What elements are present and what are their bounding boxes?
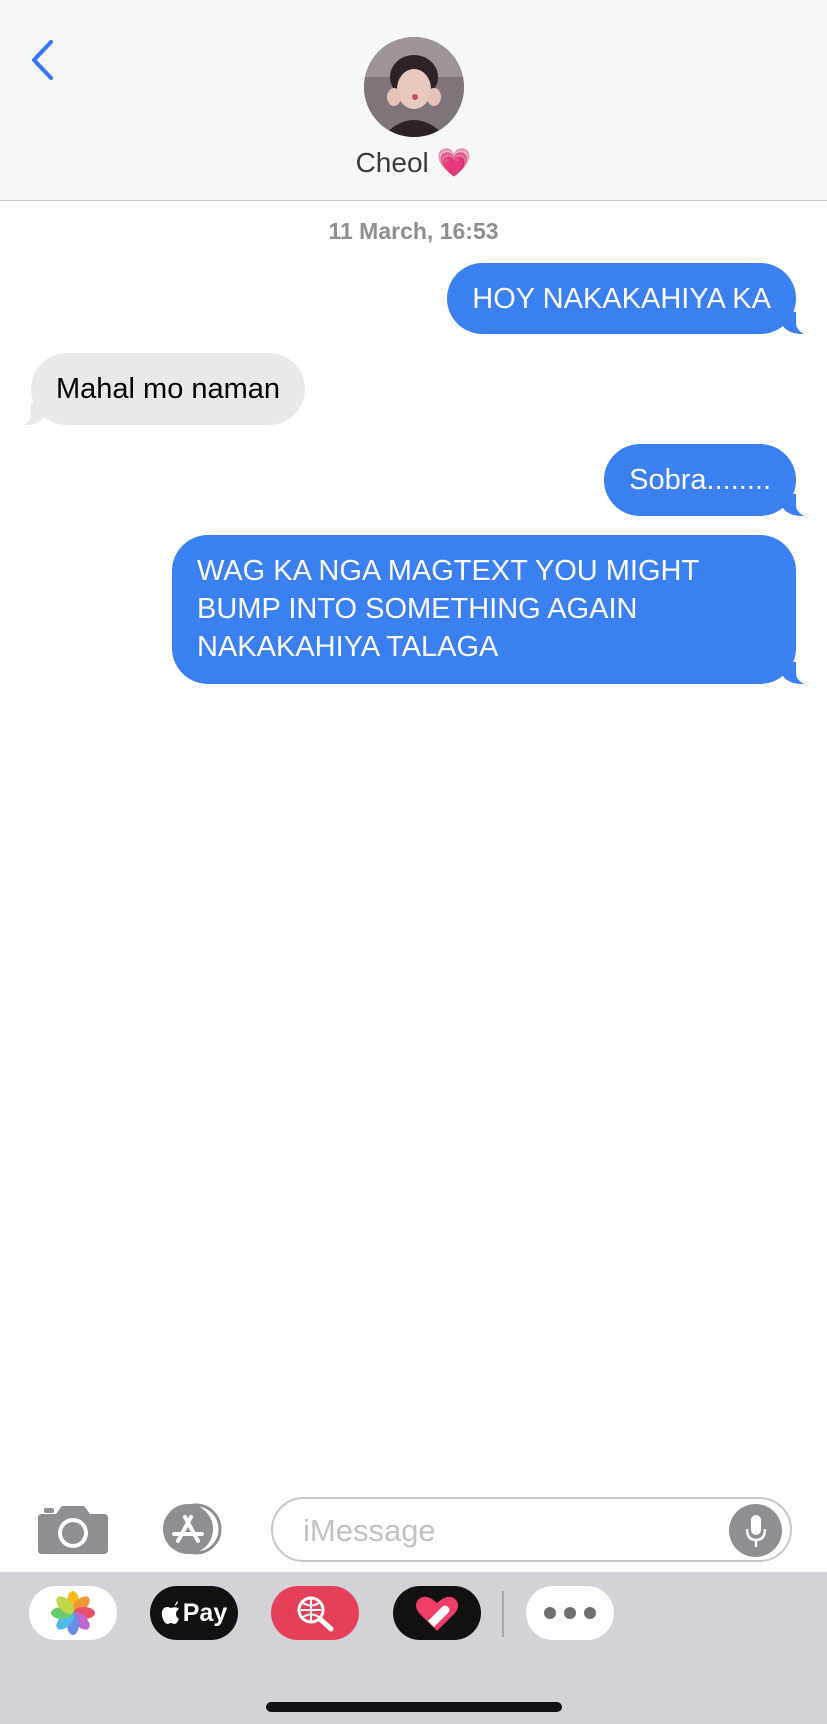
drawer-divider bbox=[502, 1591, 504, 1637]
avatar[interactable] bbox=[364, 37, 464, 137]
image-search-icon bbox=[297, 1596, 334, 1632]
message-input[interactable] bbox=[301, 1507, 705, 1555]
message-text: WAG KA NGA MAGTEXT YOU MIGHT BUMP INTO S… bbox=[197, 555, 699, 663]
app-drawer: Pay bbox=[0, 1572, 827, 1724]
digital-touch-icon bbox=[416, 1596, 458, 1631]
app-store-button[interactable] bbox=[156, 1503, 232, 1555]
contact-photo-icon bbox=[364, 37, 464, 137]
home-indicator[interactable] bbox=[266, 1702, 562, 1712]
chevron-left-icon bbox=[32, 40, 53, 80]
contact-name-text: Cheol bbox=[355, 147, 429, 178]
message-text: Mahal mo naman bbox=[56, 373, 281, 405]
message-text: Sobra........ bbox=[629, 464, 771, 496]
conversation-header: Cheol 💗 bbox=[0, 0, 827, 201]
dictation-button[interactable] bbox=[729, 1504, 782, 1557]
apple-pay-app-button[interactable]: Pay bbox=[150, 1586, 238, 1640]
more-apps-button[interactable] bbox=[526, 1586, 614, 1640]
received-message-bubble[interactable]: Mahal mo naman bbox=[8, 353, 306, 426]
message-timestamp: 11 March, 16:53 bbox=[328, 218, 499, 244]
image-search-app-button[interactable] bbox=[271, 1586, 359, 1640]
camera-button[interactable] bbox=[36, 1502, 110, 1556]
more-apps-icon bbox=[544, 1607, 596, 1619]
app-store-icon bbox=[163, 1503, 222, 1555]
message-input-box[interactable] bbox=[271, 1497, 792, 1562]
apple-logo-icon bbox=[161, 1601, 179, 1624]
photos-app-button[interactable] bbox=[29, 1586, 117, 1640]
camera-icon bbox=[38, 1506, 108, 1554]
photos-icon bbox=[51, 1591, 95, 1635]
heart-emoji: 💗 bbox=[436, 147, 472, 178]
contact-name[interactable]: Cheol 💗 bbox=[0, 146, 827, 179]
sent-message-bubble[interactable]: Sobra........ bbox=[604, 444, 818, 517]
back-button[interactable] bbox=[22, 36, 62, 84]
message-text: HOY NAKAKAHIYA KA bbox=[472, 283, 771, 315]
microphone-icon bbox=[745, 1514, 766, 1547]
sent-message-bubble[interactable]: WAG KA NGA MAGTEXT YOU MIGHT BUMP INTO S… bbox=[172, 535, 818, 685]
digital-touch-app-button[interactable] bbox=[393, 1586, 481, 1640]
sent-message-bubble[interactable]: HOY NAKAKAHIYA KA bbox=[447, 263, 818, 335]
apple-pay-label: Pay bbox=[182, 1598, 228, 1627]
